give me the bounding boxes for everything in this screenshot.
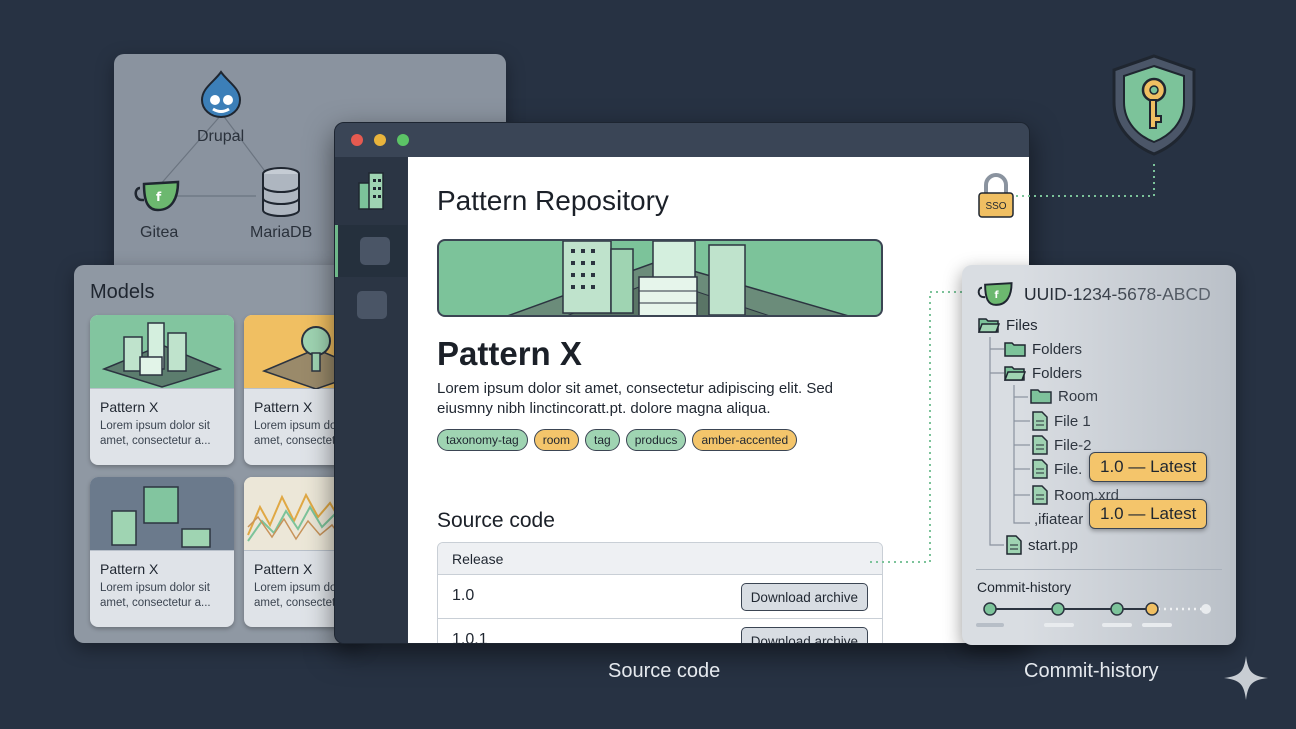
security-key-shield-icon xyxy=(1108,52,1200,163)
commit-node[interactable] xyxy=(1051,602,1065,616)
tree-item[interactable]: File. xyxy=(1032,459,1082,479)
tree-item-label: Folders xyxy=(1032,340,1083,358)
sidebar-square-icon xyxy=(360,237,390,265)
file-icon xyxy=(1032,459,1048,479)
tree-item-label: Folders xyxy=(1032,364,1083,382)
file-icon xyxy=(1032,435,1048,455)
model-card[interactable]: Pattern X Lorem ipsum dolor sit amet, co… xyxy=(90,315,234,465)
tag-chip[interactable]: room xyxy=(533,429,580,451)
tree-item-label: File. xyxy=(1054,460,1083,478)
repo-uuid: UUID-1234-5678-ABCD xyxy=(1024,284,1211,304)
commit-divider xyxy=(976,569,1222,570)
source-code-caption: Source code xyxy=(608,660,721,682)
app-sidebar xyxy=(335,157,407,643)
tree-item-label: File-2 xyxy=(1054,436,1092,454)
drupal-icon xyxy=(198,70,244,123)
folder-open-icon xyxy=(978,318,1000,333)
model-card-name: Pattern X xyxy=(100,399,159,415)
database-icon xyxy=(260,166,302,223)
file-icon xyxy=(1006,535,1022,555)
file-tree-panel: f UUID-1234-5678-ABCD Files Folders Fold… xyxy=(962,265,1236,645)
model-card[interactable]: Pattern X Lorem ipsum dolor sit amet, co… xyxy=(90,477,234,627)
tag-chip[interactable]: taxonomy-tag xyxy=(437,429,528,451)
source-code-title: Source code xyxy=(437,509,555,532)
window-minimize-button[interactable] xyxy=(374,134,386,146)
commit-node[interactable] xyxy=(1201,604,1211,614)
sparkle-icon xyxy=(1222,654,1270,707)
table-row: 1.0.1 Download archive xyxy=(438,619,882,644)
release-version: 1.0.1 xyxy=(452,631,488,644)
drupal-label: Drupal xyxy=(197,128,245,145)
tree-item[interactable]: Folders xyxy=(1004,364,1082,382)
model-thumbnail xyxy=(90,315,234,389)
folder-icon xyxy=(1030,389,1052,404)
folder-open-icon xyxy=(1004,366,1026,381)
tag-chip[interactable]: producs xyxy=(625,429,687,451)
release-table: Release 1.0 Download archive 1.0.1 Downl… xyxy=(437,542,883,644)
model-card-name: Pattern X xyxy=(100,561,159,577)
tree-item-label: File 1 xyxy=(1054,412,1091,430)
tag-chip[interactable]: amber-accented xyxy=(692,429,798,451)
release-version: 1.0 xyxy=(452,587,475,604)
tree-item[interactable]: ,ifiatear xyxy=(1034,511,1083,528)
pattern-description: Lorem ipsum dolor sit amet, consectetur … xyxy=(437,380,834,417)
svg-text:f: f xyxy=(156,190,162,204)
tree-item[interactable]: File-2 xyxy=(1032,435,1092,455)
models-title: Models xyxy=(90,281,155,303)
hero-banner xyxy=(437,239,883,317)
folder-icon xyxy=(1004,342,1026,357)
sidebar-item-secondary[interactable] xyxy=(335,279,407,331)
model-thumbnail xyxy=(90,477,234,551)
tree-item-label: Room xyxy=(1058,387,1099,405)
tree-item-label: ,ifiatear xyxy=(1034,511,1084,528)
latest-version-badge[interactable]: 1.0 — Latest xyxy=(1089,499,1208,529)
file-icon xyxy=(1032,411,1048,431)
main-content: Pattern Repository Pattern X Lorem ipsum… xyxy=(408,157,1029,643)
window-titlebar xyxy=(335,123,1029,157)
gitea-icon: f xyxy=(134,178,182,219)
download-archive-button[interactable]: Download archive xyxy=(740,583,868,611)
buildings-icon xyxy=(358,172,384,210)
sso-lock-icon[interactable]: SSO xyxy=(976,173,1016,224)
tag-chip[interactable]: tag xyxy=(585,429,620,451)
app-window: Pattern Repository Pattern X Lorem ipsum… xyxy=(334,122,1030,644)
commit-timeline xyxy=(976,602,1211,627)
tree-item[interactable]: Files xyxy=(978,316,1038,334)
model-card-desc: Lorem ipsum dolor sit amet, consectetur … xyxy=(100,582,211,609)
sidebar-square-icon xyxy=(357,291,387,319)
commit-node[interactable] xyxy=(983,602,997,616)
page-title: Pattern Repository xyxy=(437,185,669,216)
table-row: 1.0 Download archive xyxy=(438,575,882,619)
mariadb-label: MariaDB xyxy=(250,224,313,241)
tree-item[interactable]: File 1 xyxy=(1032,411,1091,431)
tree-item[interactable]: start.pp xyxy=(1006,535,1078,555)
commit-node[interactable] xyxy=(1145,602,1159,616)
download-archive-button[interactable]: Download archive xyxy=(740,627,868,643)
pattern-title: Pattern X xyxy=(437,335,582,372)
commit-history-caption: Commit-history xyxy=(1024,660,1159,682)
file-icon xyxy=(1032,485,1048,505)
gitea-repo-icon: f xyxy=(976,280,1016,313)
commit-node[interactable] xyxy=(1110,602,1124,616)
tree-item-label: start.pp xyxy=(1028,536,1079,554)
model-card-desc: Lorem ipsum dolor sit amet, consectetur … xyxy=(100,420,211,447)
commit-history-label: Commit-history xyxy=(977,579,1072,595)
tree-item[interactable]: Room xyxy=(1030,387,1098,405)
gitea-label: Gitea xyxy=(140,224,179,241)
window-close-button[interactable] xyxy=(351,134,363,146)
window-maximize-button[interactable] xyxy=(397,134,409,146)
models-panel: Models Pattern X Lorem ipsum dolor sit a… xyxy=(74,265,364,643)
latest-version-badge[interactable]: 1.0 — Latest xyxy=(1089,452,1208,482)
tag-list: taxonomy-tag room tag producs amber-acce… xyxy=(437,429,798,451)
sso-label: SSO xyxy=(985,201,1006,212)
sidebar-item-buildings[interactable] xyxy=(335,167,407,219)
sidebar-item-active[interactable] xyxy=(335,225,407,277)
tree-item[interactable]: Folders xyxy=(1004,340,1082,358)
release-table-header: Release xyxy=(438,543,882,575)
tree-item-label: Files xyxy=(1006,316,1038,334)
